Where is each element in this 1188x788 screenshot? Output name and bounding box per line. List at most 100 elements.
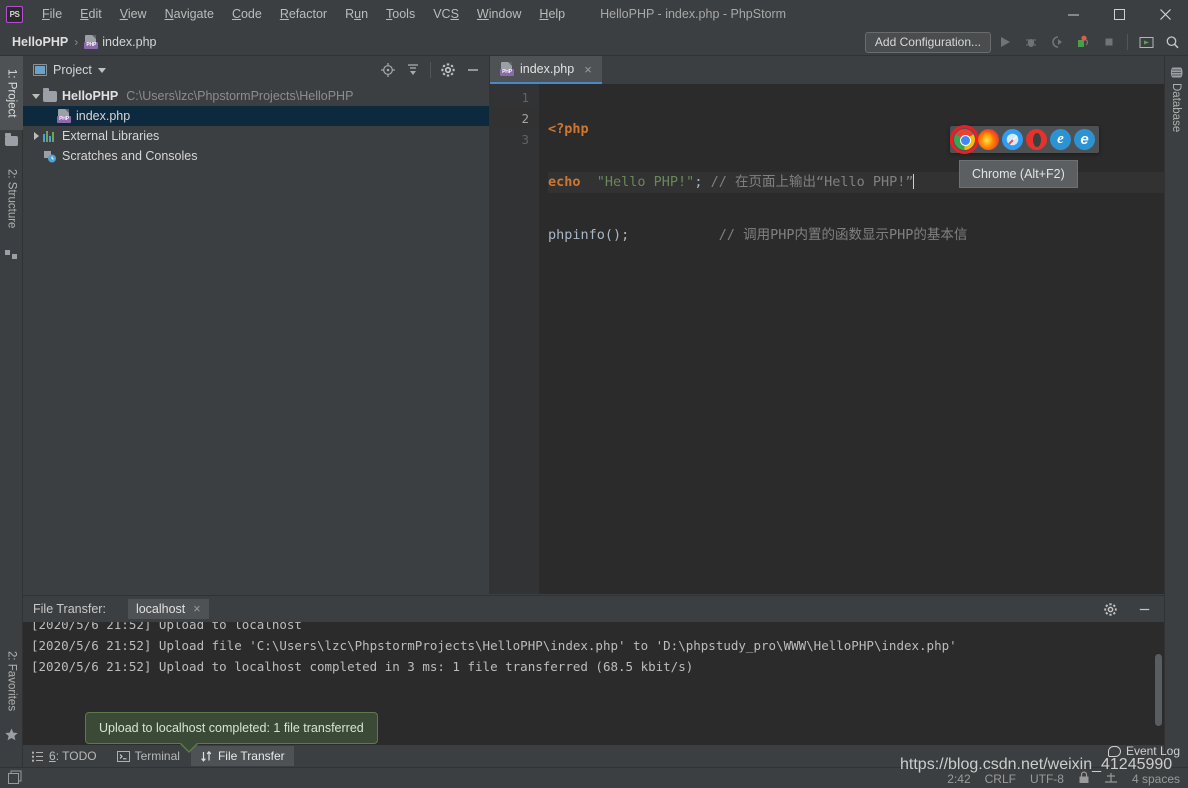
folder-icon (5, 136, 18, 149)
menu-item-edit[interactable]: Edit (71, 3, 111, 25)
edge-browser-icon[interactable]: e (1050, 129, 1071, 150)
tree-node-label: Scratches and Consoles (62, 149, 198, 163)
project-panel-title-group[interactable]: Project (33, 63, 106, 77)
minimize-button[interactable] (1050, 0, 1096, 28)
line-number-gutter: 1 2 3 (490, 84, 540, 594)
sidebar-item-structure[interactable]: 2: Structure (0, 156, 23, 242)
tree-node-index-php[interactable]: PHP index.php (23, 106, 489, 126)
tree-node-label: index.php (76, 109, 130, 123)
library-icon (43, 130, 57, 142)
collapse-all-button[interactable] (401, 58, 425, 82)
event-log-button[interactable]: Event Log (1108, 744, 1180, 758)
run-with-coverage-button[interactable] (1045, 30, 1069, 54)
lock-icon[interactable] (1078, 771, 1090, 787)
opera-browser-icon[interactable] (1026, 129, 1047, 150)
gear-icon[interactable] (436, 58, 460, 82)
sidebar-item-database[interactable]: Database (1164, 60, 1188, 138)
expand-twisty-icon[interactable] (29, 94, 43, 99)
sidebar-item-project-label: 1: Project (6, 69, 18, 118)
add-configuration-button[interactable]: Add Configuration... (865, 32, 991, 53)
edge-glyph: e (1057, 131, 1064, 147)
collapse-twisty-icon[interactable] (29, 132, 43, 140)
caret-position[interactable]: 2:42 (947, 772, 970, 786)
close-button[interactable] (1142, 0, 1188, 28)
tab-file-transfer-label: File Transfer (218, 749, 285, 763)
tree-node-scratches[interactable]: Scratches and Consoles (23, 146, 489, 166)
file-transfer-session-tab[interactable]: localhost × (128, 599, 209, 619)
sidebar-item-favorites-label: 2: Favorites (6, 651, 18, 711)
tab-file-transfer[interactable]: File Transfer (191, 746, 294, 766)
code-token (629, 227, 718, 243)
code-token: phpinfo (548, 227, 605, 243)
menu-item-vcs[interactable]: VCS (424, 3, 468, 25)
safari-browser-icon[interactable] (1002, 129, 1023, 150)
chrome-browser-icon[interactable] (954, 129, 975, 150)
logo-text: PS (10, 10, 20, 19)
file-transfer-label: File Transfer: (33, 602, 106, 616)
locate-file-button[interactable] (376, 58, 400, 82)
menu-item-code[interactable]: Code (223, 3, 271, 25)
menu-item-view[interactable]: View (111, 3, 156, 25)
maximize-button[interactable] (1096, 0, 1142, 28)
tab-terminal-label: Terminal (135, 749, 180, 763)
encoding[interactable]: UTF-8 (1030, 772, 1064, 786)
session-label: localhost (136, 602, 185, 616)
run-button[interactable] (993, 30, 1017, 54)
open-in-browser-button[interactable] (1134, 30, 1158, 54)
close-icon[interactable]: × (584, 62, 592, 77)
debug-button[interactable] (1019, 30, 1043, 54)
inspection-icon[interactable] (1104, 771, 1118, 787)
tab-label: index.php (520, 62, 574, 76)
menu-item-navigate[interactable]: Navigate (156, 3, 223, 25)
stop-button[interactable] (1097, 30, 1121, 54)
line-separator[interactable]: CRLF (985, 772, 1016, 786)
log-line: [2020/5/6 21:52] Upload to localhost (31, 622, 1164, 635)
database-icon (1170, 66, 1183, 79)
gear-icon[interactable] (1098, 597, 1122, 621)
php-file-icon: PHP (57, 109, 71, 123)
hide-panel-button[interactable] (1132, 597, 1156, 621)
window-controls (1050, 0, 1188, 28)
structure-icon (5, 248, 18, 261)
sidebar-item-project[interactable]: 1: Project (0, 56, 23, 130)
code-token (702, 174, 710, 190)
navigation-bar: HelloPHP › PHP index.php Add Configurati… (0, 28, 1188, 56)
search-everywhere-button[interactable] (1160, 30, 1184, 54)
navbar-toolbar: Add Configuration... (865, 28, 1184, 56)
project-tree: HelloPHP C:\Users\lzc\PhpstormProjects\H… (23, 84, 489, 166)
menu-item-refactor[interactable]: Refactor (271, 3, 336, 25)
breadcrumb-separator: › (74, 35, 78, 49)
menu-item-run[interactable]: Run (336, 3, 377, 25)
sidebar-item-database-label: Database (1170, 83, 1182, 132)
hide-panel-button[interactable] (461, 58, 485, 82)
notification-balloon[interactable]: Upload to localhost completed: 1 file tr… (85, 712, 378, 744)
ie-glyph: e (1080, 131, 1088, 148)
tree-node-external-libraries[interactable]: External Libraries (23, 126, 489, 146)
tree-node-helloPHP[interactable]: HelloPHP C:\Users\lzc\PhpstormProjects\H… (23, 86, 489, 106)
sidebar-item-favorites[interactable]: 2: Favorites (0, 638, 23, 724)
indent-setting[interactable]: 4 spaces (1132, 772, 1180, 786)
menu-item-tools[interactable]: Tools (377, 3, 424, 25)
menu-item-window[interactable]: Window (468, 3, 530, 25)
internet-explorer-browser-icon[interactable]: e (1074, 129, 1095, 150)
menu-item-help[interactable]: Help (530, 3, 574, 25)
panel-toolbar-divider (430, 62, 431, 78)
php-file-icon: PHP (500, 62, 514, 76)
profile-button[interactable] (1071, 30, 1095, 54)
firefox-browser-icon[interactable] (978, 129, 999, 150)
tab-todo[interactable]: 6: TODO (23, 746, 106, 766)
close-icon[interactable]: × (193, 602, 200, 616)
tab-terminal[interactable]: Terminal (108, 746, 189, 766)
text-caret (913, 174, 914, 189)
breadcrumb-project[interactable]: HelloPHP (12, 35, 68, 49)
vertical-scrollbar[interactable] (1155, 654, 1162, 726)
code-token: echo (548, 174, 581, 190)
tab-index-php[interactable]: PHP index.php × (490, 56, 602, 84)
layout-icon[interactable] (8, 770, 23, 787)
chevron-down-icon[interactable] (98, 68, 106, 73)
file-transfer-toolbar (1098, 596, 1156, 622)
menu-item-file[interactable]: FFileile (33, 3, 71, 25)
transfer-icon (200, 751, 213, 762)
line-number: 3 (490, 129, 539, 150)
breadcrumb-file[interactable]: index.php (102, 35, 156, 49)
